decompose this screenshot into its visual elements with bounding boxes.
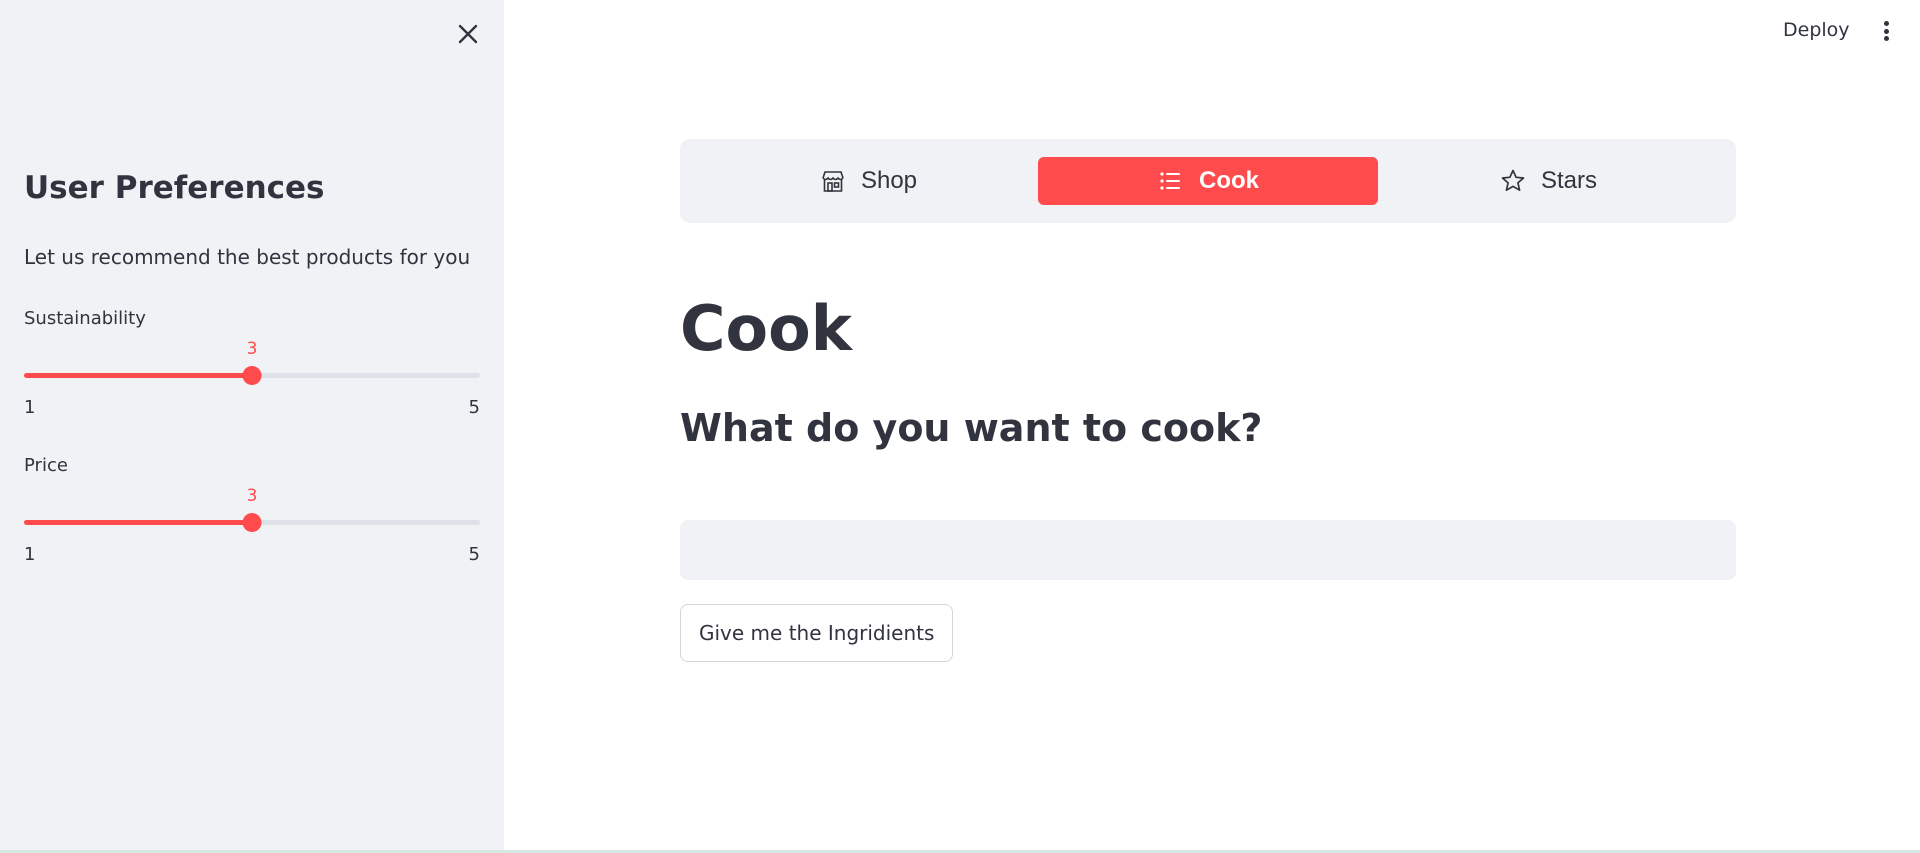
list-icon xyxy=(1157,167,1185,195)
price-slider-thumb[interactable] xyxy=(242,513,262,532)
deploy-button[interactable]: Deploy xyxy=(1783,19,1850,41)
sustainability-slider-value: 3 xyxy=(246,339,258,359)
price-slider-max: 5 xyxy=(468,544,480,565)
shop-icon xyxy=(819,167,847,195)
star-icon xyxy=(1499,167,1527,195)
price-slider[interactable]: 3 xyxy=(24,482,480,542)
sidebar-title: User Preferences xyxy=(24,170,325,206)
main-menu-button[interactable] xyxy=(1877,18,1895,44)
sustainability-slider-fill xyxy=(24,373,252,378)
nav-item-shop-label: Shop xyxy=(860,167,918,194)
sustainability-slider-min: 1 xyxy=(24,397,36,418)
nav-item-cook-label: Cook xyxy=(1199,167,1259,194)
nav-item-shop[interactable]: Shop xyxy=(698,157,1038,205)
sustainability-slider-max: 5 xyxy=(468,397,480,418)
page-title: Cook xyxy=(680,292,852,365)
kebab-dot xyxy=(1883,28,1889,34)
sustainability-slider[interactable]: 3 xyxy=(24,335,480,395)
app-window: User Preferences Let us recommend the be… xyxy=(0,0,1920,853)
close-sidebar-button[interactable] xyxy=(452,18,484,50)
sustainability-slider-label: Sustainability xyxy=(24,308,146,329)
nav-item-cook[interactable]: Cook xyxy=(1038,157,1378,205)
price-slider-block: Price 3 1 5 xyxy=(24,455,480,565)
recipe-input[interactable] xyxy=(680,520,1736,580)
price-slider-min: 1 xyxy=(24,544,36,565)
nav-item-stars-label: Stars xyxy=(1540,167,1597,194)
page-subtitle: What do you want to cook? xyxy=(680,406,1263,450)
nav-item-stars[interactable]: Stars xyxy=(1378,157,1718,205)
close-icon xyxy=(458,24,478,44)
sustainability-slider-range: 1 5 xyxy=(24,397,480,418)
price-slider-range: 1 5 xyxy=(24,544,480,565)
price-slider-fill xyxy=(24,520,252,525)
price-slider-label: Price xyxy=(24,455,68,476)
sustainability-slider-block: Sustainability 3 1 5 xyxy=(24,308,480,418)
sidebar-subtitle: Let us recommend the best products for y… xyxy=(24,245,471,269)
kebab-dot xyxy=(1883,21,1889,26)
sidebar: User Preferences Let us recommend the be… xyxy=(0,0,504,853)
option-menu: Shop Cook Stars xyxy=(680,139,1736,223)
kebab-dot xyxy=(1883,36,1889,41)
price-slider-value: 3 xyxy=(246,486,258,506)
sustainability-slider-thumb[interactable] xyxy=(242,366,262,385)
get-ingredients-button[interactable]: Give me the Ingridients xyxy=(680,604,954,662)
